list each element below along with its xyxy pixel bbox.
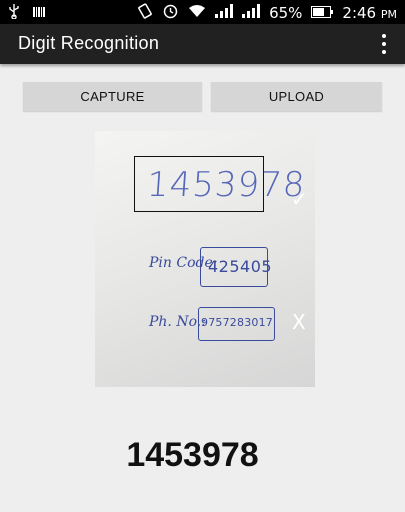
wifi-icon <box>188 4 206 22</box>
battery-icon <box>311 4 334 22</box>
capture-button[interactable]: CAPTURE <box>23 82 202 111</box>
captured-photo: 1453978 ✓ Pin Code: 425405 Ph. No.: 9757… <box>95 131 315 387</box>
recognized-digits: 1453978 <box>126 436 259 474</box>
dot <box>382 34 386 38</box>
signal-icon <box>242 3 261 22</box>
dot <box>382 50 386 54</box>
usb-icon <box>8 3 20 23</box>
clock: 2:46 PM <box>342 4 397 22</box>
signal-icon <box>215 3 234 22</box>
handwritten-number: 1453978 <box>145 165 307 205</box>
dot <box>382 42 386 46</box>
phone-value: 9757283017 <box>201 316 273 329</box>
cross-mark: X <box>292 310 306 334</box>
status-bar: 65% 2:46 PM <box>0 0 405 24</box>
barcode-icon <box>32 4 46 23</box>
alarm-icon <box>162 2 179 23</box>
upload-button[interactable]: UPLOAD <box>211 82 382 111</box>
overflow-menu-icon[interactable] <box>377 34 391 54</box>
app-bar: Digit Recognition <box>0 24 405 64</box>
check-mark: ✓ <box>291 187 308 211</box>
pin-code-value: 425405 <box>208 257 273 276</box>
clock-time: 2:46 <box>342 3 377 22</box>
clock-suffix: PM <box>380 7 397 21</box>
battery-percent: 65% <box>269 3 303 22</box>
app-title: Digit Recognition <box>18 33 160 53</box>
rotate-icon <box>137 2 153 23</box>
